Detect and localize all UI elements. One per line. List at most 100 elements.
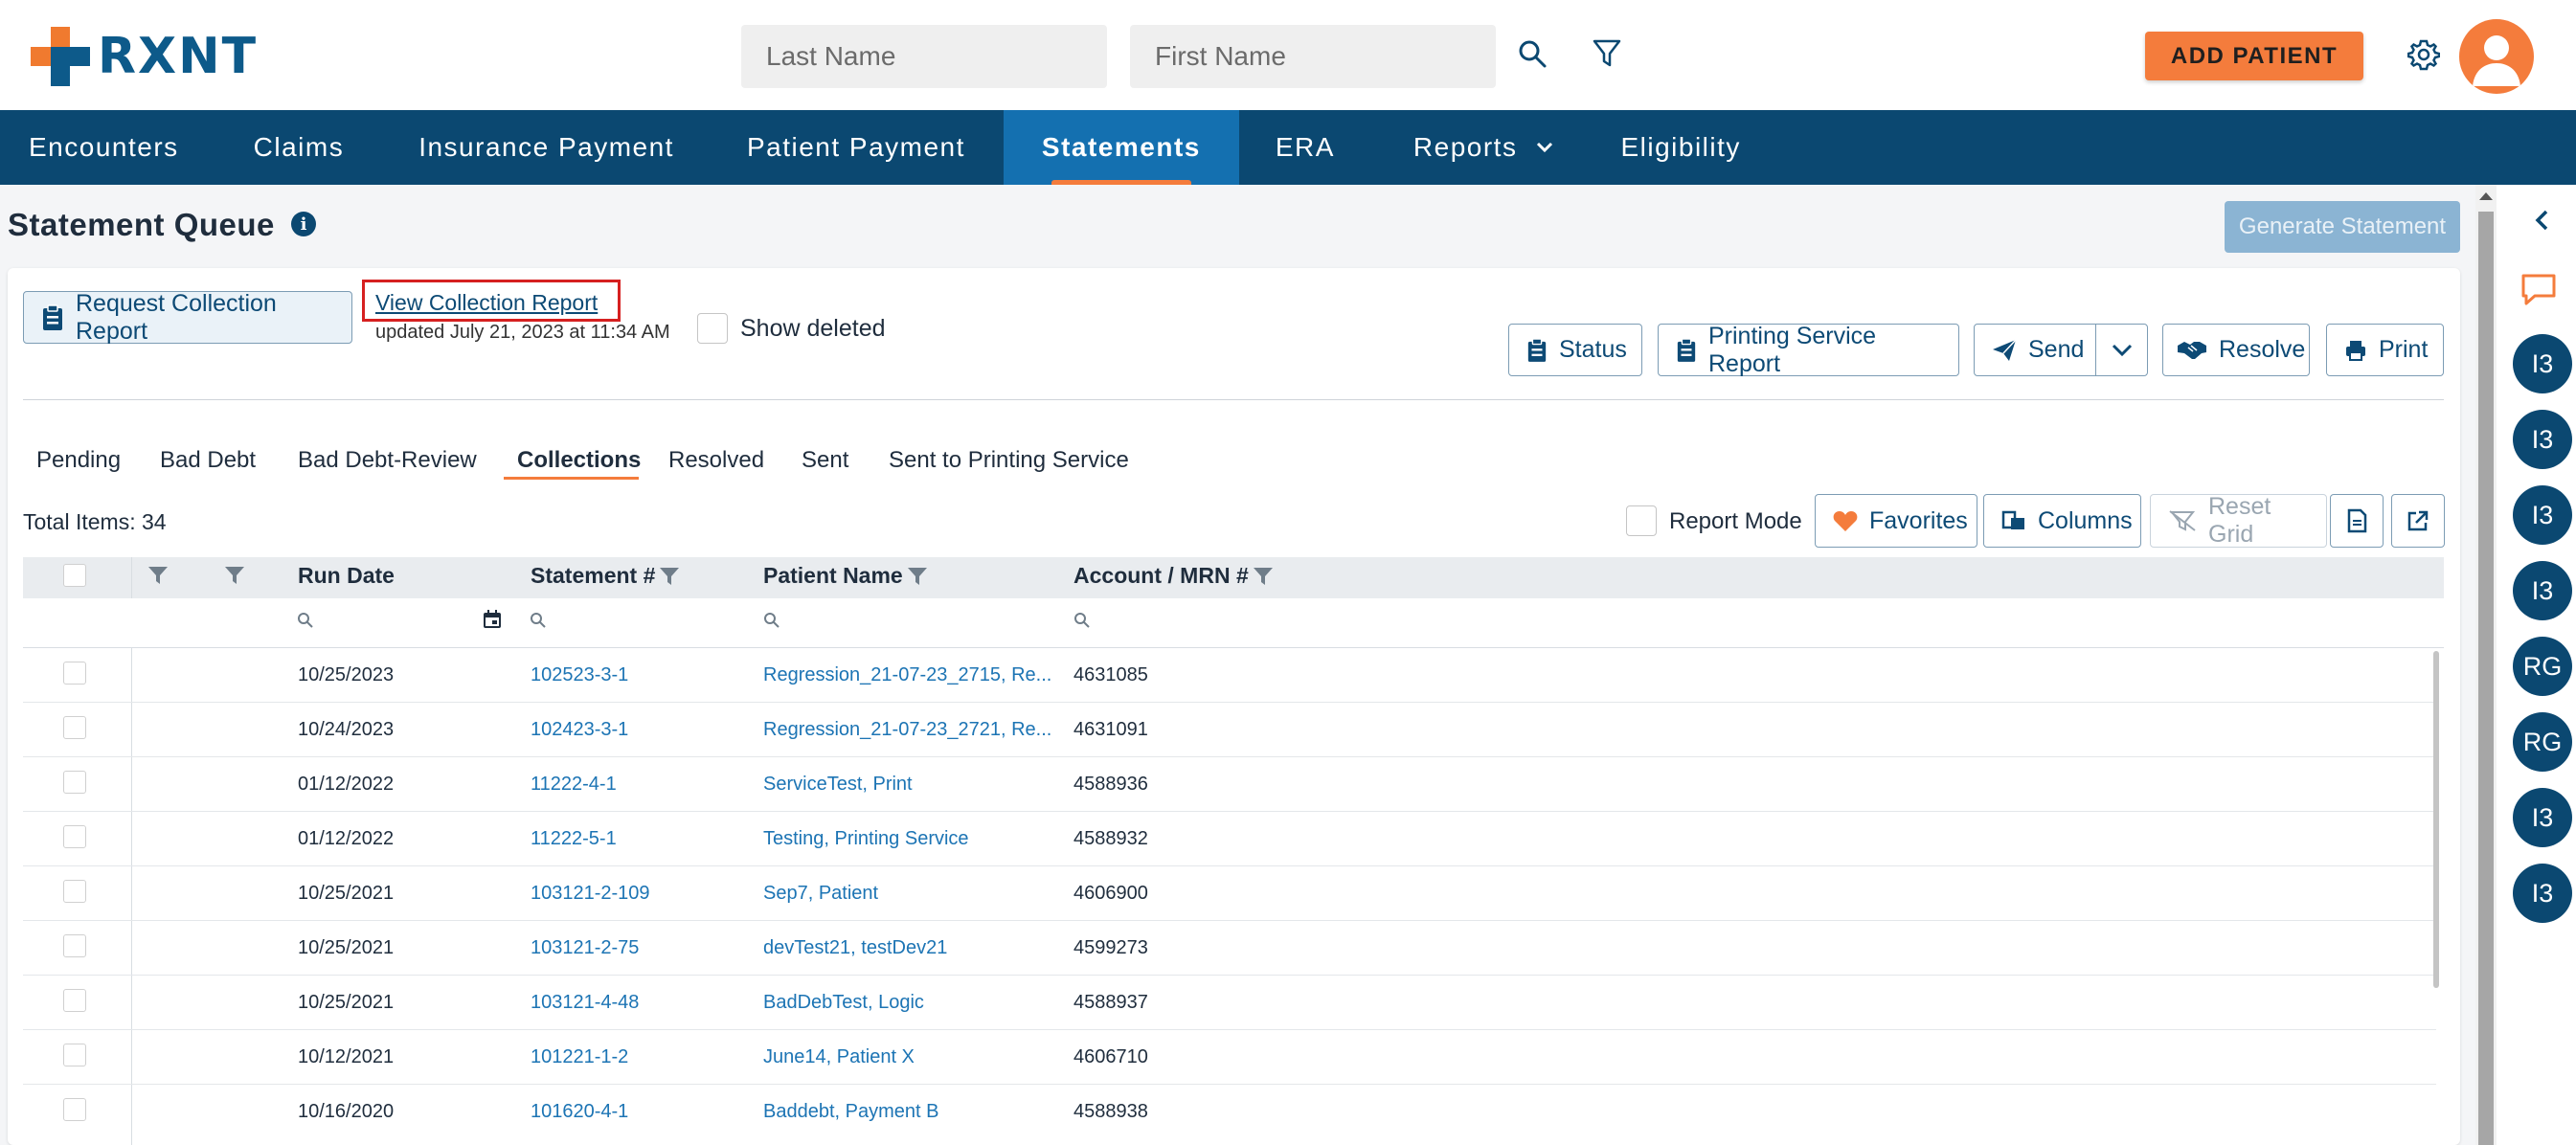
info-icon[interactable]: i xyxy=(291,212,316,236)
search-icon[interactable] xyxy=(1515,36,1549,71)
tab-pending[interactable]: Pending xyxy=(36,447,121,474)
settings-gear-icon[interactable] xyxy=(2406,36,2442,73)
user-bubble[interactable]: I3 xyxy=(2513,788,2572,847)
row-checkbox[interactable] xyxy=(63,880,86,903)
table-row[interactable]: 10/12/2021 101221-1-2 June14, Patient X … xyxy=(23,1030,2436,1085)
table-row[interactable]: 01/12/2022 11222-5-1 Testing, Printing S… xyxy=(23,812,2436,866)
statement-link[interactable]: 103121-2-75 xyxy=(531,937,639,959)
request-collection-report-button[interactable]: Request Collection Report xyxy=(23,290,352,345)
nav-reports[interactable]: Reports xyxy=(1364,110,1562,185)
patient-name-link[interactable]: June14, Patient X xyxy=(763,1046,915,1068)
column-header-run-date[interactable]: Run Date xyxy=(298,563,395,589)
user-bubble[interactable]: I3 xyxy=(2513,334,2572,393)
run-date-filter-search-icon[interactable] xyxy=(296,611,315,630)
statement-link[interactable]: 11222-5-1 xyxy=(531,828,617,850)
status-button[interactable]: Status xyxy=(1508,324,1642,376)
tab-bad-debt-review[interactable]: Bad Debt-Review xyxy=(298,447,477,474)
table-row[interactable]: 10/25/2021 103121-2-109 Sep7, Patient 46… xyxy=(23,866,2436,921)
patient-name-link[interactable]: ServiceTest, Print xyxy=(763,774,913,796)
user-bubble[interactable]: I3 xyxy=(2513,864,2572,923)
scrollbar-thumb[interactable] xyxy=(2478,212,2494,1145)
table-row[interactable]: 01/12/2022 11222-4-1 ServiceTest, Print … xyxy=(23,757,2436,812)
column-header-statement[interactable]: Statement # xyxy=(531,563,680,589)
select-all-checkbox[interactable] xyxy=(63,564,86,587)
row-checkbox[interactable] xyxy=(63,825,86,848)
patient-filter-search-icon[interactable] xyxy=(762,611,781,630)
row-checkbox[interactable] xyxy=(63,1044,86,1066)
statement-filter-search-icon[interactable] xyxy=(529,611,548,630)
export-share-button[interactable] xyxy=(2391,494,2445,548)
column-header-patient-name[interactable]: Patient Name xyxy=(763,563,928,589)
nav-patient-payment[interactable]: Patient Payment xyxy=(703,110,994,185)
column-filter-icon[interactable] xyxy=(146,563,170,588)
row-checkbox[interactable] xyxy=(63,771,86,794)
calendar-icon[interactable] xyxy=(481,608,504,631)
columns-button[interactable]: Columns xyxy=(1983,494,2141,548)
view-collection-report-link[interactable]: View Collection Report xyxy=(375,290,598,316)
user-bubble[interactable]: I3 xyxy=(2513,485,2572,545)
row-checkbox[interactable] xyxy=(63,662,86,685)
print-button[interactable]: Print xyxy=(2326,324,2444,376)
patient-name-link[interactable]: Testing, Printing Service xyxy=(763,828,969,850)
scroll-up-arrow-icon[interactable] xyxy=(2479,192,2493,200)
statement-link[interactable]: 102423-3-1 xyxy=(531,719,628,741)
send-dropdown-button[interactable] xyxy=(2095,324,2148,376)
column-filter-icon[interactable] xyxy=(907,566,928,587)
nav-eligibility[interactable]: Eligibility xyxy=(1561,110,1769,185)
tab-collections[interactable]: Collections xyxy=(517,447,641,474)
user-avatar[interactable] xyxy=(2459,19,2534,94)
tab-bad-debt[interactable]: Bad Debt xyxy=(160,447,256,474)
column-filter-icon[interactable] xyxy=(1253,566,1274,587)
resolve-button[interactable]: Resolve xyxy=(2162,324,2310,376)
last-name-search-input[interactable] xyxy=(741,25,1107,88)
generate-statement-button[interactable]: Generate Statement xyxy=(2225,201,2460,253)
row-checkbox[interactable] xyxy=(63,716,86,739)
patient-name-link[interactable]: Regression_21-07-23_2715, Re... xyxy=(763,664,1051,686)
column-filter-icon[interactable] xyxy=(659,566,680,587)
patient-name-link[interactable]: devTest21, testDev21 xyxy=(763,937,947,959)
user-bubble[interactable]: I3 xyxy=(2513,561,2572,620)
statement-link[interactable]: 101620-4-1 xyxy=(531,1101,628,1123)
column-filter-icon[interactable] xyxy=(222,563,247,588)
row-checkbox[interactable] xyxy=(63,934,86,957)
patient-name-link[interactable]: Baddebt, Payment B xyxy=(763,1101,938,1123)
tab-resolved[interactable]: Resolved xyxy=(668,447,764,474)
chat-bubble-icon[interactable] xyxy=(2517,271,2561,309)
statement-link[interactable]: 11222-4-1 xyxy=(531,774,617,796)
favorites-button[interactable]: Favorites xyxy=(1815,494,1977,548)
filter-icon[interactable] xyxy=(1590,36,1624,71)
tab-sent[interactable]: Sent xyxy=(802,447,848,474)
user-bubble[interactable]: RG xyxy=(2513,637,2572,696)
table-row[interactable]: 10/24/2023 102423-3-1 Regression_21-07-2… xyxy=(23,703,2436,757)
tab-sent-to-printing-service[interactable]: Sent to Printing Service xyxy=(889,447,1129,474)
row-checkbox[interactable] xyxy=(63,989,86,1012)
user-bubble[interactable]: I3 xyxy=(2513,410,2572,469)
column-header-account-mrn[interactable]: Account / MRN # xyxy=(1073,563,1274,589)
statement-link[interactable]: 101221-1-2 xyxy=(531,1046,628,1068)
add-patient-button[interactable]: ADD PATIENT xyxy=(2145,32,2363,80)
table-row[interactable]: 10/25/2023 102523-3-1 Regression_21-07-2… xyxy=(23,648,2436,703)
show-deleted-checkbox[interactable] xyxy=(697,313,728,344)
nav-era[interactable]: ERA xyxy=(1239,110,1364,185)
row-checkbox[interactable] xyxy=(63,1098,86,1121)
grid-scrollbar[interactable] xyxy=(2433,651,2439,988)
page-scrollbar[interactable] xyxy=(2475,185,2497,1145)
statement-link[interactable]: 103121-4-48 xyxy=(531,992,639,1014)
export-excel-button[interactable] xyxy=(2330,494,2384,548)
patient-name-link[interactable]: Regression_21-07-23_2721, Re... xyxy=(763,719,1051,741)
first-name-search-input[interactable] xyxy=(1130,25,1496,88)
table-row[interactable]: 10/25/2021 103121-4-48 BadDebTest, Logic… xyxy=(23,976,2436,1030)
statement-link[interactable]: 103121-2-109 xyxy=(531,883,650,905)
account-filter-search-icon[interactable] xyxy=(1073,611,1092,630)
send-button[interactable]: Send xyxy=(1974,324,2096,376)
patient-name-link[interactable]: Sep7, Patient xyxy=(763,883,878,905)
user-bubble[interactable]: RG xyxy=(2513,712,2572,772)
nav-statements[interactable]: Statements xyxy=(1003,110,1239,185)
collapse-panel-chevron-left-icon[interactable] xyxy=(2530,207,2553,234)
table-row[interactable]: 10/25/2021 103121-2-75 devTest21, testDe… xyxy=(23,921,2436,976)
reset-grid-button[interactable]: Reset Grid xyxy=(2150,493,2327,548)
statement-link[interactable]: 102523-3-1 xyxy=(531,664,628,686)
nav-insurance-payment[interactable]: Insurance Payment xyxy=(373,110,703,185)
table-row[interactable]: 10/16/2020 101620-4-1 Baddebt, Payment B… xyxy=(23,1085,2436,1139)
rxnt-logo[interactable]: RXNT xyxy=(31,27,258,86)
